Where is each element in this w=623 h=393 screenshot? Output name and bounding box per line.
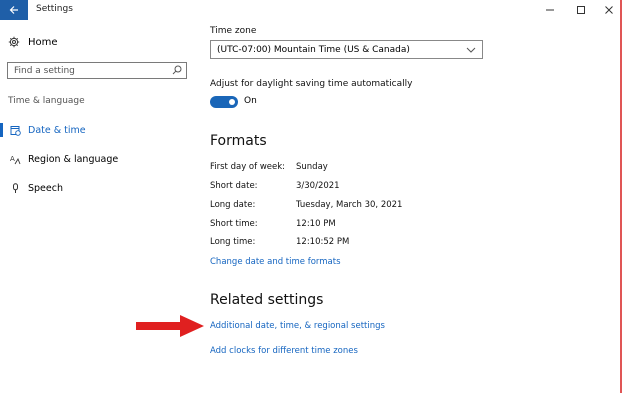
chevron-down-icon <box>466 47 476 53</box>
additional-settings-link[interactable]: Additional date, time, & regional settin… <box>210 321 385 331</box>
close-icon <box>605 6 613 14</box>
format-key: First day of week: <box>210 162 286 172</box>
search-icon[interactable] <box>172 65 182 75</box>
format-key: Long date: <box>210 200 256 210</box>
format-value: 3/30/2021 <box>296 181 340 191</box>
dst-label: Adjust for daylight saving time automati… <box>210 79 413 89</box>
home-label: Home <box>28 36 58 48</box>
section-label: Time & language <box>8 96 85 106</box>
window-title: Settings <box>36 4 73 14</box>
sidebar-item-region-language[interactable]: A Region & language <box>0 147 200 171</box>
add-clocks-link[interactable]: Add clocks for different time zones <box>210 346 358 356</box>
svg-text:A: A <box>10 155 15 163</box>
related-settings-heading: Related settings <box>210 292 324 308</box>
sidebar-home[interactable]: Home <box>8 36 58 48</box>
sidebar-item-speech[interactable]: Speech <box>0 176 200 200</box>
maximize-icon <box>577 6 585 14</box>
toggle-knob <box>229 99 235 105</box>
dst-toggle-state: On <box>244 96 257 106</box>
sidebar: Home Time & language Date & time A Regio… <box>0 22 200 393</box>
format-value: 12:10:52 PM <box>296 237 350 247</box>
sidebar-item-label: Speech <box>28 182 63 194</box>
format-value: 12:10 PM <box>296 219 336 229</box>
minimize-button[interactable] <box>535 0 565 20</box>
search-input[interactable] <box>8 63 174 78</box>
region-language-icon: A <box>8 154 22 165</box>
format-value: Sunday <box>296 162 328 172</box>
search-box[interactable] <box>7 62 187 79</box>
sidebar-item-date-time[interactable]: Date & time <box>0 118 200 142</box>
back-button[interactable] <box>0 0 28 20</box>
format-key: Long time: <box>210 237 256 247</box>
main-content: Time zone (UTC-07:00) Mountain Time (US … <box>210 22 610 393</box>
sidebar-item-label: Region & language <box>28 153 119 165</box>
window-edge <box>620 0 622 393</box>
microphone-icon <box>8 182 22 194</box>
back-arrow-icon <box>9 6 18 14</box>
calendar-clock-icon <box>8 125 22 136</box>
annotation-arrow-icon <box>136 315 204 337</box>
time-zone-value: (UTC-07:00) Mountain Time (US & Canada) <box>217 44 410 55</box>
sidebar-item-label: Date & time <box>28 124 86 136</box>
minimize-icon <box>546 9 554 11</box>
format-key: Short time: <box>210 219 258 229</box>
format-key: Short date: <box>210 181 258 191</box>
title-bar: Settings <box>0 0 623 22</box>
maximize-button[interactable] <box>566 0 596 20</box>
change-formats-link[interactable]: Change date and time formats <box>210 257 341 267</box>
time-zone-dropdown[interactable]: (UTC-07:00) Mountain Time (US & Canada) <box>210 40 483 59</box>
format-value: Tuesday, March 30, 2021 <box>296 200 403 210</box>
formats-heading: Formats <box>210 133 267 149</box>
close-button[interactable] <box>594 0 623 20</box>
time-zone-label: Time zone <box>210 26 257 36</box>
dst-toggle[interactable] <box>210 96 238 108</box>
gear-icon <box>8 36 20 48</box>
selection-indicator <box>0 123 3 137</box>
